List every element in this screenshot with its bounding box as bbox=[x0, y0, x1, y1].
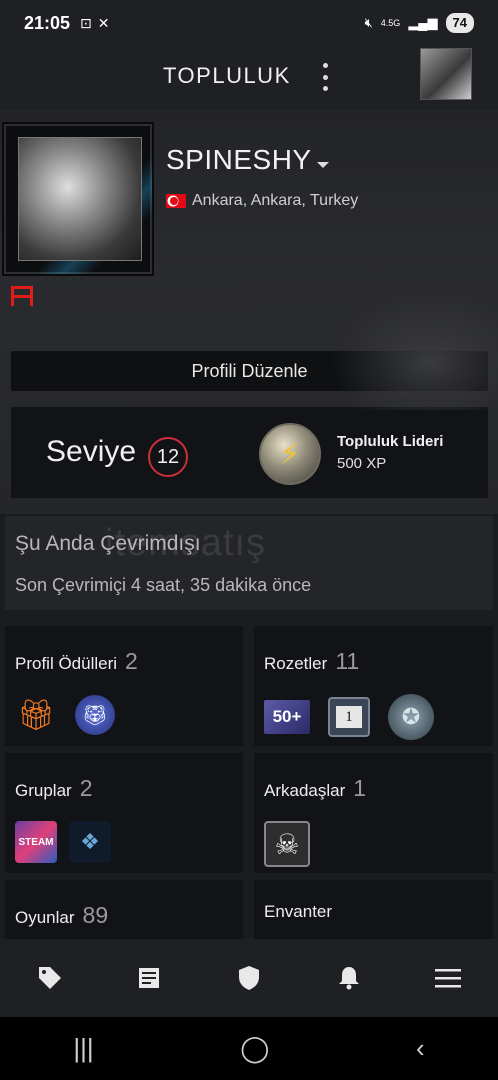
status-left-icons: ⊡ ✕ bbox=[80, 15, 109, 32]
status-time: 21:05 bbox=[24, 12, 71, 33]
red-badge-icon bbox=[11, 286, 33, 306]
hamburger-menu-icon[interactable] bbox=[428, 958, 468, 998]
tile-label: Rozetler 11 bbox=[264, 648, 360, 674]
app-header: TOPLULUK bbox=[0, 46, 498, 110]
games-tile[interactable]: Oyunlar 89 bbox=[5, 880, 243, 939]
shield-icon[interactable] bbox=[229, 958, 269, 998]
data-saver-icon: ✕ bbox=[97, 14, 110, 31]
profile-location: Ankara, Ankara, Turkey bbox=[166, 192, 358, 210]
news-icon[interactable] bbox=[129, 958, 169, 998]
inventory-tile[interactable]: Envanter bbox=[254, 880, 493, 939]
emblem-badge-icon[interactable]: ✪ bbox=[388, 694, 434, 740]
mute-icon: 🔇︎ bbox=[364, 15, 373, 30]
recent-apps-icon[interactable]: ||| bbox=[73, 1033, 93, 1064]
steam-group-icon[interactable]: STEAM bbox=[15, 821, 57, 863]
profile-hero: SPINESHY Ankara, Ankara, Turkey Profili … bbox=[0, 110, 498, 514]
screen-record-icon: ⊡ bbox=[80, 14, 92, 31]
avatar-frame[interactable] bbox=[2, 122, 154, 276]
lightning-badge-icon[interactable]: ⚡ bbox=[259, 423, 321, 485]
header-avatar[interactable] bbox=[420, 48, 472, 100]
tile-label: Oyunlar 89 bbox=[15, 902, 109, 928]
profile-avatar bbox=[18, 137, 142, 261]
badges-tile[interactable]: Rozetler 11 50+ 1 ✪ bbox=[254, 626, 493, 746]
more-options-icon[interactable] bbox=[317, 63, 333, 91]
back-icon[interactable]: ‹ bbox=[416, 1033, 425, 1064]
tile-icons: 50+ 1 ✪ bbox=[264, 694, 434, 740]
page-title: TOPLULUK bbox=[163, 63, 291, 88]
groups-tile[interactable]: Gruplar 2 STEAM ❖ bbox=[5, 753, 243, 873]
tile-label: Gruplar 2 bbox=[15, 775, 93, 801]
tile-icons: ☠ bbox=[264, 821, 310, 867]
level-box: Seviye 12 ⚡ Topluluk Lideri 500 XP bbox=[11, 407, 488, 498]
bottom-navigation bbox=[0, 939, 498, 1017]
gift-reward-icon[interactable]: 🎁︎ bbox=[15, 694, 57, 736]
tile-icons: STEAM ❖ bbox=[15, 821, 111, 863]
tag-icon[interactable] bbox=[30, 958, 70, 998]
level-label: Seviye bbox=[46, 435, 137, 468]
tile-label: Envanter bbox=[264, 902, 333, 921]
profile-rewards-tile[interactable]: Profil Ödülleri 2 🎁︎ 🐯︎ bbox=[5, 626, 243, 746]
wheat-group-icon[interactable]: ❖ bbox=[69, 821, 111, 863]
tile-label: Arkadaşlar 1 bbox=[264, 775, 367, 801]
status-bar: 21:05 ⊡ ✕ 🔇︎ 4.5G ▂▄▆ 74 bbox=[0, 0, 498, 46]
last-online-text: Son Çevrimiçi 4 saat, 35 dakika önce bbox=[15, 575, 312, 595]
featured-badge-title: Topluluk Lideri bbox=[337, 433, 444, 450]
tile-count: 1 bbox=[353, 775, 367, 801]
signal-icon: ▂▄▆ bbox=[408, 15, 438, 30]
home-icon[interactable]: ◯ bbox=[240, 1033, 269, 1064]
level-badge[interactable]: 12 bbox=[148, 437, 188, 477]
edit-profile-button[interactable]: Profili Düzenle bbox=[11, 351, 488, 391]
tile-count: 2 bbox=[79, 775, 93, 801]
tile-label: Profil Ödülleri 2 bbox=[15, 648, 138, 674]
chevron-down-icon[interactable] bbox=[317, 162, 329, 168]
bell-icon[interactable] bbox=[329, 958, 369, 998]
tile-count: 11 bbox=[335, 648, 360, 674]
online-status-panel: itemsatış Şu Anda Çevrimdışı Son Çevrimi… bbox=[5, 516, 493, 610]
friends-tile[interactable]: Arkadaşlar 1 ☠ bbox=[254, 753, 493, 873]
network-type: 4.5G bbox=[380, 18, 401, 28]
featured-badge-xp: 500 XP bbox=[337, 455, 387, 472]
tiger-reward-icon[interactable]: 🐯︎ bbox=[75, 695, 115, 735]
badge-50-icon[interactable]: 50+ bbox=[264, 700, 310, 734]
turkey-flag-icon bbox=[166, 194, 186, 208]
tile-count: 89 bbox=[82, 902, 109, 928]
status-right-icons: 🔇︎ 4.5G ▂▄▆ 74 bbox=[365, 13, 474, 33]
location-text: Ankara, Ankara, Turkey bbox=[192, 192, 359, 209]
profile-username[interactable]: SPINESHY bbox=[166, 144, 312, 176]
online-status-text: Şu Anda Çevrimdışı bbox=[15, 532, 201, 555]
skull-avatar-icon[interactable]: ☠ bbox=[264, 821, 310, 867]
battery-indicator: 74 bbox=[445, 13, 474, 33]
tile-icons: 🎁︎ 🐯︎ bbox=[15, 694, 115, 736]
tile-count: 2 bbox=[125, 648, 138, 674]
system-navigation: ||| ◯ ‹ bbox=[0, 1017, 498, 1080]
badge-years-icon[interactable]: 1 bbox=[328, 697, 370, 737]
